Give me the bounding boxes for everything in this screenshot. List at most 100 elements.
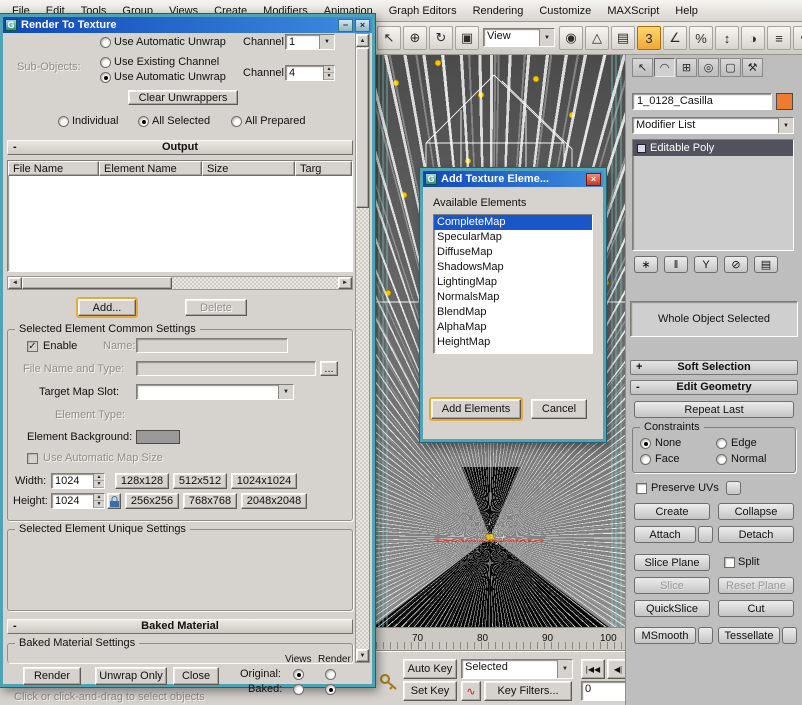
rtt-titlebar[interactable]: G Render To Texture − × (3, 17, 372, 33)
preserve-uvs-checkbox[interactable] (636, 483, 647, 494)
menu-item-graph-editors[interactable]: Graph Editors (381, 2, 465, 20)
preserve-uvs-settings-icon[interactable] (726, 481, 741, 495)
original-render-radio[interactable] (325, 669, 336, 680)
close-icon[interactable]: × (586, 173, 601, 186)
column-size[interactable]: Size (202, 161, 295, 176)
minimize-icon[interactable]: − (338, 19, 353, 32)
list-item[interactable]: LightingMap (434, 275, 592, 290)
name-field[interactable] (136, 338, 288, 353)
size-768-button[interactable]: 768x768 (183, 493, 237, 509)
channel2-spinner[interactable]: 4 ▲▼ (285, 65, 335, 81)
stack-item-editable-poly[interactable]: Editable Poly (633, 140, 793, 156)
curve-editor-icon[interactable]: ∿ (793, 26, 802, 50)
rotate-icon[interactable]: ↻ (429, 26, 453, 50)
list-item[interactable]: ShadowsMap (434, 260, 592, 275)
size-256-button[interactable]: 256x256 (125, 493, 179, 509)
select-manipulate-icon[interactable]: △ (585, 26, 609, 50)
target-map-slot-dropdown[interactable]: ▼ (136, 384, 294, 400)
constraint-normal-radio[interactable] (716, 454, 727, 465)
chevron-down-icon[interactable]: ▼ (278, 385, 293, 399)
mirror-icon[interactable]: ◑ (741, 26, 765, 50)
elements-listbox[interactable]: CompleteMap SpecularMap DiffuseMap Shado… (433, 214, 593, 354)
snaps-toggle-icon[interactable]: 3 (637, 26, 661, 50)
slice-button[interactable]: Slice (634, 577, 710, 594)
attach-list-icon[interactable] (698, 526, 713, 543)
lock-aspect-icon[interactable] (107, 493, 121, 509)
scroll-right-icon[interactable]: ► (338, 277, 352, 289)
percent-snap-icon[interactable]: % (689, 26, 713, 50)
menu-item-rendering[interactable]: Rendering (465, 2, 532, 20)
tab-motion[interactable]: ◎ (698, 58, 719, 77)
tessellate-settings-icon[interactable] (782, 627, 797, 644)
scale-icon[interactable]: ▣ (455, 26, 479, 50)
delete-element-button[interactable]: Delete (185, 299, 247, 316)
msmooth-settings-icon[interactable] (698, 627, 713, 644)
close-icon[interactable]: × (355, 19, 370, 32)
add-element-button[interactable]: Add... (78, 299, 136, 316)
tab-utilities[interactable]: ⚒ (742, 58, 763, 77)
auto-key-button[interactable]: Auto Key (403, 659, 457, 679)
close-button[interactable]: Close (173, 667, 219, 685)
go-to-start-icon[interactable]: |◀◀ (581, 659, 605, 679)
width-spinner[interactable]: 1024 ▲▼ (51, 473, 105, 489)
reset-plane-button[interactable]: Reset Plane (718, 577, 794, 594)
scroll-down-icon[interactable]: ▼ (356, 649, 369, 662)
angle-snap-icon[interactable]: ∠ (663, 26, 687, 50)
add-elements-button[interactable]: Add Elements (431, 399, 521, 419)
selection-set-dropdown[interactable]: Selected ▼ (461, 659, 573, 679)
spinner-down-icon[interactable]: ▼ (324, 73, 334, 80)
new-key-curve-icon[interactable]: ∿ (461, 681, 481, 701)
column-target[interactable]: Targ (295, 161, 352, 176)
chevron-down-icon[interactable]: ▼ (539, 29, 554, 46)
h-scroll-thumb[interactable] (22, 277, 172, 289)
scroll-left-icon[interactable]: ◄ (8, 277, 22, 289)
constraint-edge-radio[interactable] (716, 438, 727, 449)
v-scroll-thumb[interactable] (356, 48, 369, 208)
channel-dropdown[interactable]: 1 ▼ (285, 34, 335, 50)
auto-unwrap-radio[interactable] (100, 37, 111, 48)
baked-views-radio[interactable] (293, 684, 304, 695)
attach-button[interactable]: Attach (634, 526, 696, 543)
unwrap-only-button[interactable]: Unwrap Only (95, 667, 167, 685)
spinner-up-icon[interactable]: ▲ (324, 66, 334, 73)
list-item[interactable]: AlphaMap (434, 320, 592, 335)
select-object-icon[interactable]: ↖ (377, 26, 401, 50)
tessellate-button[interactable]: Tessellate (718, 627, 780, 644)
use-auto-unwrap2-radio[interactable] (100, 72, 111, 83)
make-unique-icon[interactable]: Y (694, 256, 718, 273)
height-spinner[interactable]: 1024 ▲▼ (51, 493, 105, 509)
all-selected-radio[interactable] (138, 116, 149, 127)
modifier-stack[interactable]: Editable Poly (632, 139, 794, 251)
show-end-result-icon[interactable]: ‖ (664, 256, 688, 273)
track-bar[interactable]: 70 80 90 100 (375, 627, 630, 651)
spinner-down-icon[interactable]: ▼ (94, 481, 104, 488)
browse-button[interactable]: ... (320, 361, 338, 376)
modifier-list-dropdown[interactable]: Modifier List ▼ (632, 117, 794, 134)
enable-checkbox[interactable]: ✓ (27, 341, 38, 352)
list-item[interactable]: BlendMap (434, 305, 592, 320)
constraint-none-radio[interactable] (640, 438, 651, 449)
tab-modify[interactable]: ◠ (654, 58, 675, 77)
tab-display[interactable]: ▢ (720, 58, 741, 77)
chevron-down-icon[interactable]: ▼ (319, 35, 334, 49)
list-item[interactable]: SpecularMap (434, 230, 592, 245)
configure-modifier-sets-icon[interactable]: ▤ (754, 256, 778, 273)
detach-button[interactable]: Detach (718, 526, 794, 543)
spinner-up-icon[interactable]: ▲ (94, 494, 104, 501)
create-button[interactable]: Create (634, 503, 710, 520)
cut-button[interactable]: Cut (718, 600, 794, 617)
rollout-output[interactable]: - Output (7, 140, 353, 155)
cancel-button[interactable]: Cancel (531, 399, 587, 419)
column-file-name[interactable]: File Name (8, 161, 99, 176)
individual-radio[interactable] (58, 116, 69, 127)
use-auto-map-size-checkbox[interactable] (27, 453, 38, 464)
all-prepared-radio[interactable] (231, 116, 242, 127)
reference-coordinate-dropdown[interactable]: View ▼ (483, 28, 555, 47)
rollout-baked-material[interactable]: - Baked Material (7, 619, 353, 634)
file-name-field[interactable] (136, 361, 316, 376)
rollout-soft-selection[interactable]: + Soft Selection (630, 360, 798, 375)
tab-create[interactable]: ↖ (632, 58, 653, 77)
collapse-button[interactable]: Collapse (718, 503, 794, 520)
slice-plane-button[interactable]: Slice Plane (634, 554, 710, 571)
output-h-scrollbar[interactable]: ◄ ► (7, 276, 353, 290)
